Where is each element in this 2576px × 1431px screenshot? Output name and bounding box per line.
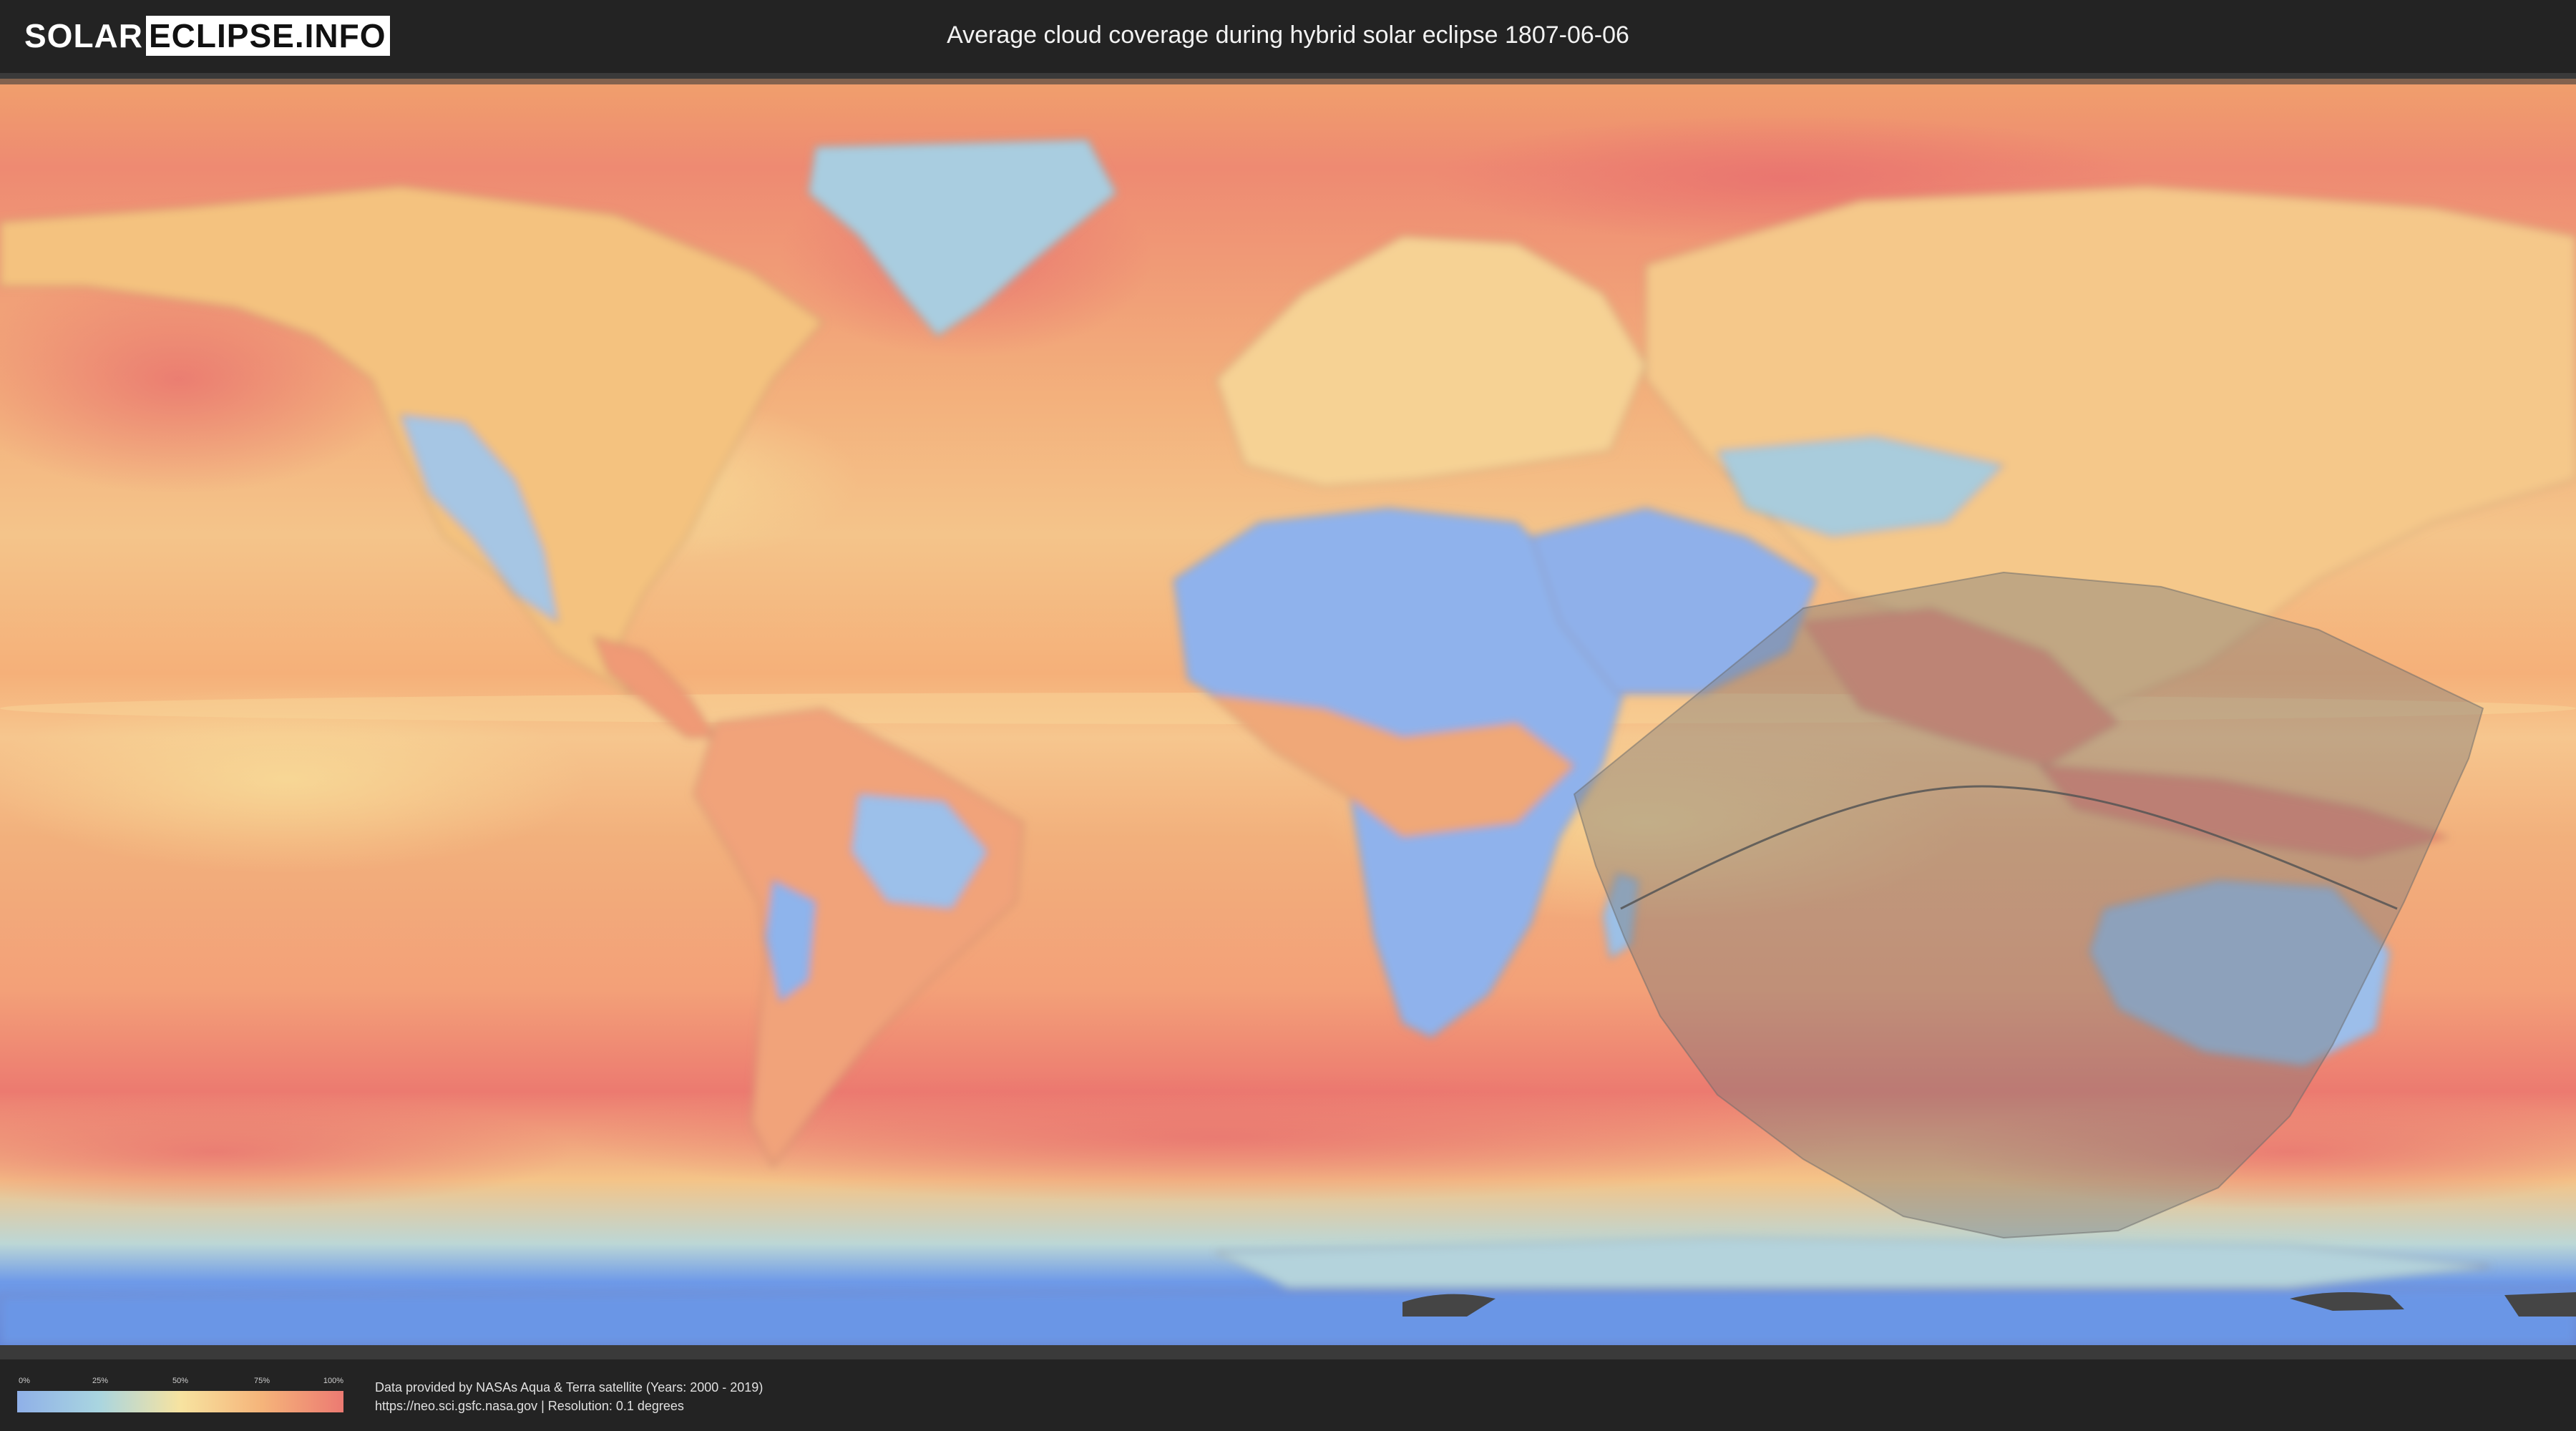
header-bar: SOLAR ECLIPSE.INFO Average cloud coverag…: [0, 0, 2576, 72]
legend-tick-25: 25%: [92, 1377, 109, 1385]
cloud-coverage-map[interactable]: [0, 79, 2576, 1345]
legend-tick-50: 50%: [172, 1377, 189, 1385]
legend-tick-100: 100%: [323, 1377, 344, 1385]
cloud-coverage-legend: 0% 25% 50% 75% 100%: [17, 1377, 343, 1412]
legend-ticks: 0% 25% 50% 75% 100%: [17, 1377, 343, 1388]
map-edge-top: [0, 79, 2576, 84]
legend-tick-0: 0%: [19, 1377, 30, 1385]
legend-color-bar: [17, 1391, 343, 1412]
credit-line-url[interactable]: https://neo.sci.gsfc.nasa.gov | Resoluti…: [375, 1397, 763, 1415]
antarctica-landmass: [0, 1286, 2576, 1345]
legend-tick-75: 75%: [253, 1377, 270, 1385]
credit-line-source: Data provided by NASAs Aqua & Terra sate…: [375, 1380, 763, 1395]
page-title: Average cloud coverage during hybrid sol…: [947, 21, 1629, 49]
data-credits: Data provided by NASAs Aqua & Terra sate…: [375, 1378, 763, 1415]
